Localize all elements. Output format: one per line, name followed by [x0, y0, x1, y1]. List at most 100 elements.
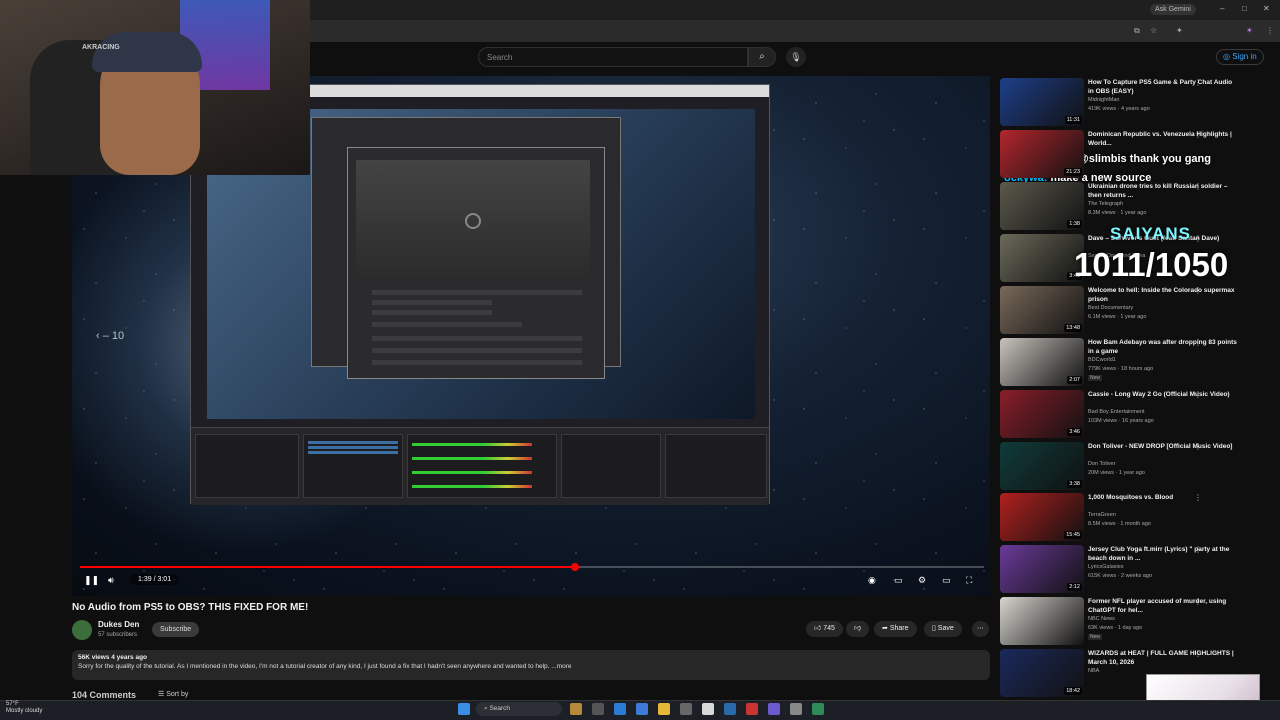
video-thumbnail[interactable]: 1:38 [1000, 182, 1084, 230]
weather-widget[interactable]: 57°F Mostly cloudy [6, 701, 42, 715]
channel-avatar[interactable] [72, 620, 92, 640]
volume-button[interactable]: 🔊︎ [108, 575, 114, 586]
video-title[interactable]: Cassie - Long Way 2 Go (Official Music V… [1088, 390, 1238, 399]
fullscreen-button[interactable]: ⛶ [966, 575, 972, 586]
browser-menu-icon[interactable]: ⋮ [1266, 26, 1274, 35]
chrome-icon[interactable] [702, 703, 714, 715]
video-thumbnail[interactable]: 15:45 [1000, 493, 1084, 541]
progress-bar[interactable] [80, 563, 984, 571]
settings-icon[interactable] [680, 703, 692, 715]
minimize-button[interactable]: – [1220, 4, 1224, 13]
more-actions-button[interactable]: ⋯ [972, 621, 989, 637]
start-icon[interactable] [458, 703, 470, 715]
more-options-icon[interactable]: ⋮ [1194, 390, 1202, 399]
channel-name[interactable]: Dukes Den [98, 620, 139, 629]
steam-icon[interactable] [724, 703, 736, 715]
channel-name[interactable]: Don Toliver [1088, 461, 1115, 467]
more-options-icon[interactable]: ⋮ [1194, 545, 1202, 554]
video-thumbnail[interactable]: 2:07 [1000, 338, 1084, 386]
more-options-icon[interactable]: ⋮ [1194, 597, 1202, 606]
channel-name[interactable]: The Telegraph [1088, 201, 1123, 207]
app-icon[interactable] [746, 703, 758, 715]
task-view-icon[interactable] [592, 703, 604, 715]
recommended-video[interactable]: 15:45 1,000 Mosquitoes vs. Blood TerraGree… [1000, 493, 1270, 543]
more-options-icon[interactable]: ⋮ [1194, 182, 1202, 191]
app-icon[interactable] [790, 703, 802, 715]
maximize-button[interactable]: □ [1242, 4, 1247, 13]
video-title[interactable]: How Bam Adebayo was after dropping 83 po… [1088, 338, 1238, 356]
more-options-icon[interactable]: ⋮ [1194, 78, 1202, 87]
recommended-video[interactable]: 3:46 Cassie - Long Way 2 Go (Official Mus… [1000, 390, 1270, 440]
edge-icon[interactable] [614, 703, 626, 715]
search-button[interactable]: ⌕ [748, 47, 776, 67]
video-thumbnail[interactable]: 11:31 [1000, 78, 1084, 126]
extensions-puzzle-icon[interactable]: ✦ [1176, 26, 1183, 35]
file-explorer-icon[interactable] [658, 703, 670, 715]
recommended-video[interactable]: Former NFL player accused of murder, usi… [1000, 597, 1270, 647]
video-thumbnail[interactable]: 21:23 [1000, 130, 1084, 178]
app-icon[interactable] [570, 703, 582, 715]
video-thumbnail[interactable]: 2:12 [1000, 545, 1084, 593]
more-options-icon[interactable]: ⋮ [1194, 493, 1202, 502]
subscribe-button[interactable]: Subscribe [152, 622, 200, 637]
more-options-icon[interactable]: ⋮ [1194, 649, 1202, 658]
channel-name[interactable]: BDCworld1 [1088, 357, 1116, 363]
copilot-icon[interactable] [636, 703, 648, 715]
video-thumbnail[interactable]: 3:38 [1000, 442, 1084, 490]
recommended-video[interactable]: 3:38 Don Toliver - NEW DROP [Official Mus… [1000, 442, 1270, 492]
settings-button[interactable]: ⚙ [918, 575, 926, 586]
channel-name[interactable]: Best Documentary [1088, 305, 1133, 311]
captions-button[interactable]: ▭ [894, 575, 903, 586]
sign-in-button[interactable]: ◎ Sign in [1216, 49, 1264, 65]
channel-name[interactable]: LyricsGalaxies [1088, 564, 1124, 570]
sort-comments-button[interactable]: ☰ Sort by [158, 690, 188, 698]
video-title[interactable]: Jersey Club Yoga ft.mirr (Lyrics) " part… [1088, 545, 1238, 563]
channel-name[interactable]: NBC News [1088, 616, 1115, 622]
video-thumbnail[interactable]: 18:42 [1000, 649, 1084, 697]
dislike-button[interactable]: 👎︎ [846, 621, 870, 637]
theater-mode-button[interactable]: ▭ [942, 575, 951, 586]
more-options-icon[interactable]: ⋮ [1194, 286, 1202, 295]
autoplay-toggle[interactable]: ◉ [868, 575, 876, 586]
video-title[interactable]: Don Toliver - NEW DROP [Official Music V… [1088, 442, 1238, 451]
video-title[interactable]: Dominican Republic vs. Venezuela Highlig… [1088, 130, 1238, 148]
taskbar-search[interactable]: ⌕ Search [476, 702, 562, 716]
like-button[interactable]: 👍︎ 745 [806, 621, 843, 637]
recommended-video[interactable]: 21:23 Dominican Republic vs. Venezuela Hi… [1000, 130, 1270, 180]
discord-icon[interactable] [768, 703, 780, 715]
channel-name[interactable]: Bad Boy Entertainment [1088, 409, 1145, 415]
channel-name[interactable]: NBA [1088, 668, 1099, 674]
video-thumbnail[interactable]: 3:41 [1000, 234, 1084, 282]
save-button[interactable]: ▯ Save [924, 621, 962, 637]
more-options-icon[interactable]: ⋮ [1194, 338, 1202, 347]
video-title[interactable]: Ukrainian drone tries to kill Russian so… [1088, 182, 1238, 200]
recommended-video[interactable]: 13:48 Welcome to hell: Inside the Colorad… [1000, 286, 1270, 336]
video-thumbnail[interactable]: 3:46 [1000, 390, 1084, 438]
search-input[interactable]: Search [478, 47, 748, 67]
video-thumbnail[interactable] [1000, 597, 1084, 645]
video-title[interactable]: How To Capture PS5 Game & Party Chat Aud… [1088, 78, 1238, 96]
more-options-icon[interactable]: ⋮ [1194, 130, 1202, 139]
channel-name[interactable]: TerraGreen [1088, 512, 1116, 518]
video-duration: 1:38 [1067, 220, 1082, 228]
more-options-icon[interactable]: ⋮ [1194, 234, 1202, 243]
ask-gemini-button[interactable]: Ask Gemini [1150, 4, 1196, 15]
app-icon[interactable] [812, 703, 824, 715]
video-title[interactable]: 1,000 Mosquitoes vs. Blood [1088, 493, 1238, 502]
close-button[interactable]: ✕ [1263, 4, 1270, 13]
extension-icon[interactable]: ⧉ [1134, 26, 1140, 36]
more-options-icon[interactable]: ⋮ [1194, 442, 1202, 451]
profile-icon[interactable]: ✶ [1246, 26, 1253, 35]
video-title[interactable]: Welcome to hell: Inside the Colorado sup… [1088, 286, 1238, 304]
video-thumbnail[interactable]: 13:48 [1000, 286, 1084, 334]
video-title[interactable]: WIZARDS at HEAT | FULL GAME HIGHLIGHTS |… [1088, 649, 1238, 667]
bookmark-star-icon[interactable]: ☆ [1150, 26, 1157, 35]
voice-search-button[interactable]: 🎙︎ [786, 47, 806, 67]
share-button[interactable]: ➦ Share [874, 621, 917, 637]
channel-name[interactable]: MidnightMan [1088, 97, 1120, 103]
video-title[interactable]: Former NFL player accused of murder, usi… [1088, 597, 1238, 615]
recommended-video[interactable]: 2:07 How Bam Adebayo was after dropping 8… [1000, 338, 1270, 388]
pause-button[interactable]: ❚❚ [84, 575, 99, 586]
recommended-video[interactable]: 2:12 Jersey Club Yoga ft.mirr (Lyrics) " … [1000, 545, 1270, 595]
recommended-video[interactable]: 11:31 How To Capture PS5 Game & Party Cha… [1000, 78, 1270, 128]
